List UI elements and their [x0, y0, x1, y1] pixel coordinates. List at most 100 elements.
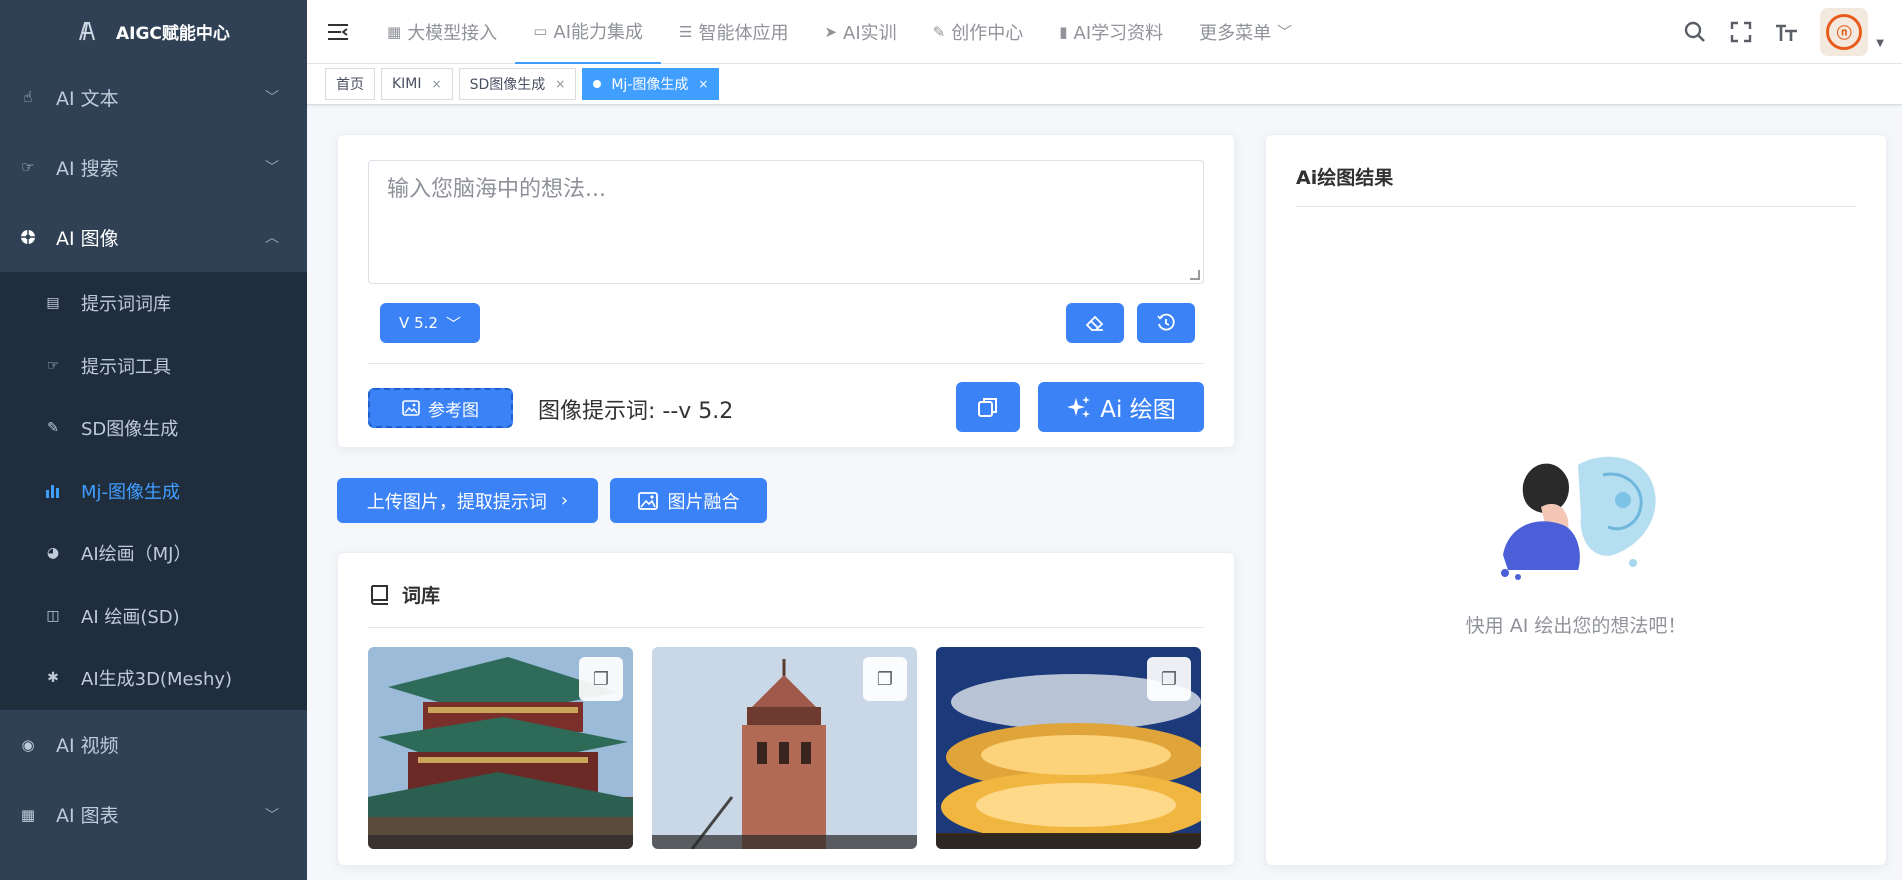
fullscreen-icon[interactable] — [1728, 19, 1754, 45]
sidebar-item-prompt-library[interactable]: ▤ 提示词词库 — [0, 272, 307, 335]
sidebar-item-label: 提示词工具 — [81, 356, 171, 378]
edit-icon: ✎ — [932, 22, 946, 41]
topnav-label: 大模型接入 — [407, 22, 498, 44]
sidebar-item-label: 提示词词库 — [81, 294, 171, 316]
sidebar-item-ai-painting-mj[interactable]: ◕ AI绘画（MJ） — [0, 522, 307, 585]
sidebar-item-label: AI 视频 — [56, 735, 119, 757]
upload-extract-button[interactable]: 上传图片，提取提示词 › — [337, 478, 598, 523]
bug-icon: ✱ — [47, 670, 59, 687]
thumbnail-modern-building[interactable]: ❐ — [936, 647, 1201, 849]
divider — [368, 363, 1204, 364]
menu-fold-icon — [328, 23, 348, 40]
sidebar-item-ai-video[interactable]: ◉ AI 视频 — [0, 710, 307, 780]
sidebar-item-label: AI 搜索 — [56, 157, 119, 180]
thumbnail-brick-tower[interactable]: ❐ — [652, 647, 917, 849]
tag-label: KIMI — [392, 76, 422, 92]
close-icon[interactable]: × — [555, 77, 565, 91]
reference-image-button[interactable]: 参考图 — [368, 388, 513, 428]
copy-icon[interactable]: ❐ — [863, 657, 907, 701]
calendar-icon: ▦ — [20, 805, 36, 824]
book-icon: ▮ — [1059, 22, 1068, 41]
library-card: 词库 ❐ ❐ ❐ — [337, 552, 1235, 866]
topnav-item-more-menu[interactable]: 更多菜单 ﹀ — [1181, 0, 1310, 64]
record-icon: ◉ — [21, 735, 35, 754]
sidebar-item-label: AI 绘画(SD) — [81, 606, 180, 628]
sidebar: AIGC赋能中心 ☝ AI 文本 ﹀ ☞ AI 搜索 ﹀ AI 图像 ︿ ▤ 提… — [0, 0, 307, 880]
close-icon[interactable]: × — [698, 77, 708, 91]
copy-icon[interactable]: ❐ — [579, 657, 623, 701]
bar-chart-icon — [44, 482, 62, 500]
copy-icon[interactable]: ❐ — [1147, 657, 1191, 701]
navbar-right-tools: ⓝ ▼ — [1682, 0, 1902, 64]
font-size-icon[interactable] — [1774, 19, 1800, 45]
chevron-down-icon: ﹀ — [265, 807, 279, 824]
tag-home[interactable]: 首页 — [325, 68, 375, 100]
topnav-label: 智能体应用 — [698, 22, 789, 44]
sidebar-item-ai-painting-sd[interactable]: ◫ AI 绘画(SD) — [0, 585, 307, 648]
logo[interactable]: AIGC赋能中心 — [0, 0, 307, 62]
hand-pointer-icon: ☝ — [23, 88, 33, 106]
avatar[interactable]: ⓝ — [1820, 8, 1869, 56]
topnav-item-agent-app[interactable]: ☰ 智能体应用 — [661, 0, 806, 64]
resize-handle-icon[interactable] — [1190, 270, 1200, 280]
monitor-icon: ▭ — [533, 21, 548, 40]
sidebar-item-ai-chart[interactable]: ▦ AI 图表 ﹀ — [0, 780, 307, 850]
tag-kimi[interactable]: KIMI × — [381, 68, 453, 100]
thumbnail-caption-bar — [652, 835, 917, 849]
sidebar-item-ai-3d[interactable]: ✱ AI生成3D(Meshy) — [0, 647, 307, 710]
sidebar-item-ai-search[interactable]: ☞ AI 搜索 ﹀ — [0, 132, 307, 202]
chevron-right-icon: › — [560, 490, 569, 511]
topnav-label: 更多菜单 — [1199, 22, 1272, 44]
prompt-placeholder: 输入您脑海中的想法... — [387, 177, 606, 202]
sidebar-item-ai-text[interactable]: ☝ AI 文本 ﹀ — [0, 62, 307, 132]
topnav-label: AI能力集成 — [553, 21, 643, 43]
topnav-item-ai-learning[interactable]: ▮ AI学习资料 — [1041, 0, 1181, 64]
prompt-card: 输入您脑海中的想法... V 5.2 ﹀ 参考图 图像提示词: --v 5.2 … — [337, 134, 1235, 448]
version-select[interactable]: V 5.2 ﹀ — [380, 303, 480, 343]
tag-label: SD图像生成 — [469, 77, 546, 93]
image-icon — [637, 491, 658, 510]
chevron-down-icon: ﹀ — [265, 90, 279, 106]
chevron-up-icon: ︿ — [265, 230, 279, 246]
clear-button[interactable] — [1066, 303, 1124, 343]
copy-button[interactable] — [956, 382, 1020, 432]
caret-down-icon[interactable]: ▼ — [1876, 38, 1884, 49]
book-icon — [371, 584, 388, 605]
book-list-icon: ▤ — [46, 295, 60, 312]
history-button[interactable] — [1137, 303, 1195, 343]
topnav-item-ai-training[interactable]: ➤ AI实训 — [806, 0, 914, 64]
sidebar-item-sd-image[interactable]: ✎ SD图像生成 — [0, 397, 307, 460]
thumbnail-pagoda[interactable]: ❐ — [368, 647, 633, 849]
topnav-item-creation-center[interactable]: ✎ 创作中心 — [915, 0, 1042, 64]
hamburger-button[interactable] — [307, 0, 369, 64]
search-icon[interactable] — [1682, 19, 1708, 45]
result-title: Ai绘图结果 — [1296, 167, 1394, 189]
tag-mj-image[interactable]: Mj-图像生成 × — [582, 68, 720, 100]
image-merge-button[interactable]: 图片融合 — [610, 478, 767, 523]
thumbnail-caption-bar — [368, 835, 633, 849]
grid-icon: ▦ — [387, 22, 402, 41]
hand-right-icon: ☞ — [21, 158, 35, 176]
divider — [368, 627, 1204, 628]
tag-sd-image[interactable]: SD图像生成 × — [458, 68, 577, 100]
tag-label: 首页 — [336, 77, 364, 93]
top-navbar: ▦ 大模型接入 ▭ AI能力集成 ☰ 智能体应用 ➤ AI实训 ✎ 创作中心 ▮… — [307, 0, 1902, 64]
sidebar-item-label: AI 图像 — [56, 227, 119, 250]
ai-draw-button[interactable]: Ai 绘图 — [1038, 382, 1204, 432]
topnav-item-ai-capability[interactable]: ▭ AI能力集成 — [515, 0, 661, 64]
chevron-down-icon: ﹀ — [1277, 23, 1293, 41]
app-title: AIGC赋能中心 — [116, 23, 230, 44]
topnav-label: AI学习资料 — [1073, 22, 1164, 44]
sidebar-item-ai-image[interactable]: AI 图像 ︿ — [0, 202, 307, 272]
prompt-input[interactable]: 输入您脑海中的想法... — [368, 160, 1204, 284]
sparkles-icon — [1067, 396, 1091, 418]
sidebar-item-mj-image[interactable]: Mj-图像生成 — [0, 460, 307, 523]
list-icon: ☰ — [679, 22, 693, 41]
top-menu: ▦ 大模型接入 ▭ AI能力集成 ☰ 智能体应用 ➤ AI实训 ✎ 创作中心 ▮… — [369, 0, 1310, 64]
tags-view: 首页 KIMI × SD图像生成 × Mj-图像生成 × — [307, 64, 1902, 105]
topnav-item-model-access[interactable]: ▦ 大模型接入 — [369, 0, 515, 64]
chevron-down-icon: ﹀ — [445, 314, 461, 333]
library-title: 词库 — [368, 581, 440, 608]
close-icon[interactable]: × — [432, 77, 442, 91]
sidebar-item-prompt-tool[interactable]: ☞ 提示词工具 — [0, 335, 307, 398]
